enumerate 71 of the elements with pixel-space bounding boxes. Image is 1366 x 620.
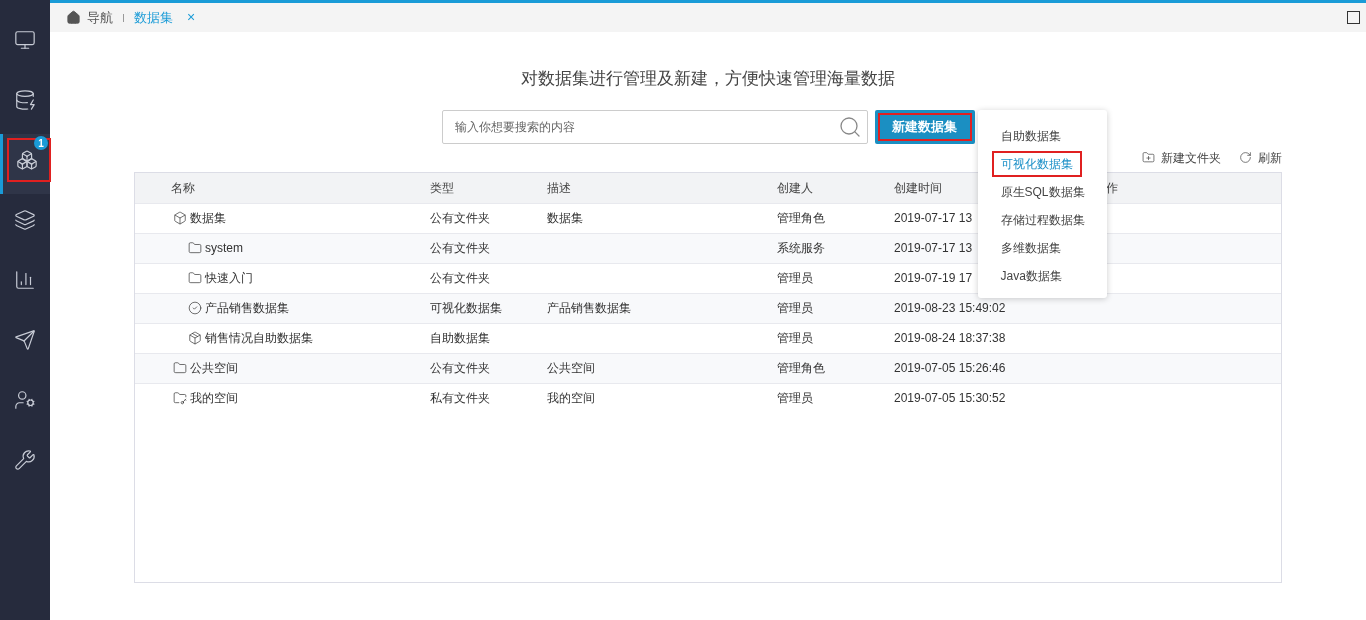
folder-icon bbox=[188, 241, 202, 255]
table-cell-text: 可视化数据集 bbox=[430, 300, 502, 317]
cube-icon bbox=[173, 211, 187, 225]
table-cell-text: 管理员 bbox=[777, 330, 813, 347]
database-icon bbox=[14, 89, 36, 111]
column-header: 作 bbox=[1106, 179, 1118, 197]
column-header: 名称 bbox=[170, 179, 195, 197]
refresh-icon bbox=[1239, 151, 1252, 164]
new-dataset-button[interactable]: 新建数据集 bbox=[874, 109, 975, 144]
count-badge: 1 bbox=[34, 136, 48, 150]
maximize-icon[interactable] bbox=[1347, 11, 1360, 24]
table-cell-text: 系统服务 bbox=[777, 240, 825, 257]
menu-item[interactable]: 存储过程数据集 bbox=[977, 205, 1107, 234]
menu-item[interactable]: Java数据集 bbox=[977, 261, 1107, 290]
table-cell-text: 2019-07-17 13 bbox=[894, 240, 973, 257]
table-cell-text: 公有文件夹 bbox=[430, 240, 490, 257]
folder-plus-icon bbox=[1142, 151, 1155, 164]
column-header: 创建时间 bbox=[894, 179, 942, 197]
table-cell: 我的空间 bbox=[547, 391, 595, 405]
bar-chart-icon bbox=[14, 269, 36, 291]
name-cell-text: 我的空间 bbox=[190, 390, 238, 407]
circle-icon bbox=[188, 301, 202, 315]
column-header: 描述 bbox=[547, 179, 571, 197]
home-icon bbox=[66, 10, 81, 25]
name-cell-text: 公共空间 bbox=[190, 360, 238, 377]
search-icon bbox=[837, 114, 862, 139]
package-icon bbox=[188, 331, 202, 345]
menu-item[interactable]: 自助数据集 bbox=[977, 121, 1107, 150]
table-cell-text: 2019-07-05 15:26:46 bbox=[894, 360, 1006, 377]
monitor-icon bbox=[14, 29, 36, 51]
folder-icon bbox=[173, 361, 187, 375]
table-cell: 公共空间 bbox=[547, 361, 595, 375]
column-header: 类型 bbox=[430, 179, 454, 197]
user-folder-icon bbox=[173, 391, 187, 405]
table-cell-text: 2019-08-23 15:49:02 bbox=[894, 300, 1006, 317]
table-row[interactable]: 公共空间 公有文件夹 公共空间 管理角色 2019-07-05 15:26:46 bbox=[135, 352, 1281, 383]
new-folder-button[interactable]: 新建文件夹 bbox=[1142, 148, 1221, 167]
table-cell-text: 2019-07-19 17 bbox=[894, 270, 973, 287]
table-cell: 产品销售数据集 bbox=[547, 301, 631, 315]
name-cell-text: 数据集 bbox=[190, 210, 226, 227]
table-cell-text: 管理员 bbox=[777, 270, 813, 287]
folder-icon bbox=[188, 271, 202, 285]
menu-item[interactable]: 多维数据集 bbox=[977, 233, 1107, 262]
name-cell-text: 产品销售数据集 bbox=[205, 300, 289, 317]
page-title: 对数据集进行管理及新建，方便快速管理海量数据 bbox=[520, 68, 896, 90]
table-cell-text: 公有文件夹 bbox=[430, 270, 490, 287]
column-header: 创建人 bbox=[777, 179, 813, 197]
table-cell-text: 公有文件夹 bbox=[430, 360, 490, 377]
table-cell-text: 管理员 bbox=[777, 390, 813, 407]
name-cell-text: 销售情况自助数据集 bbox=[205, 330, 313, 347]
layers-icon bbox=[14, 209, 36, 231]
table-cell-text: 2019-07-17 13 bbox=[894, 210, 973, 227]
table-row[interactable]: 产品销售数据集 可视化数据集 产品销售数据集 管理员 2019-08-23 15:49:02 bbox=[135, 292, 1281, 323]
name-cell-text: system bbox=[205, 240, 243, 257]
table-cell-text: 管理员 bbox=[777, 300, 813, 317]
user-gear-icon bbox=[14, 389, 36, 411]
wrench-icon bbox=[14, 449, 36, 471]
paper-plane-icon bbox=[14, 329, 36, 351]
search-field[interactable]: 输入你想要搜索的内容 bbox=[441, 109, 868, 144]
table-cell-text: 自助数据集 bbox=[430, 330, 490, 347]
name-cell-text: 快速入门 bbox=[205, 270, 253, 287]
table-cell-text: 管理角色 bbox=[777, 360, 825, 377]
table-cell-text: 私有文件夹 bbox=[430, 390, 490, 407]
table-cell-text: 公有文件夹 bbox=[430, 210, 490, 227]
boxes-icon bbox=[15, 149, 38, 171]
table-cell-text: 管理角色 bbox=[777, 210, 825, 227]
refresh-button[interactable]: 刷新 bbox=[1239, 148, 1282, 167]
tab[interactable]: 导航 bbox=[66, 7, 113, 28]
table-cell-text: 2019-07-05 15:30:52 bbox=[894, 390, 1006, 407]
table-cell-text: 2019-08-24 18:37:38 bbox=[894, 330, 1006, 347]
table-cell: 数据集 bbox=[547, 211, 583, 225]
